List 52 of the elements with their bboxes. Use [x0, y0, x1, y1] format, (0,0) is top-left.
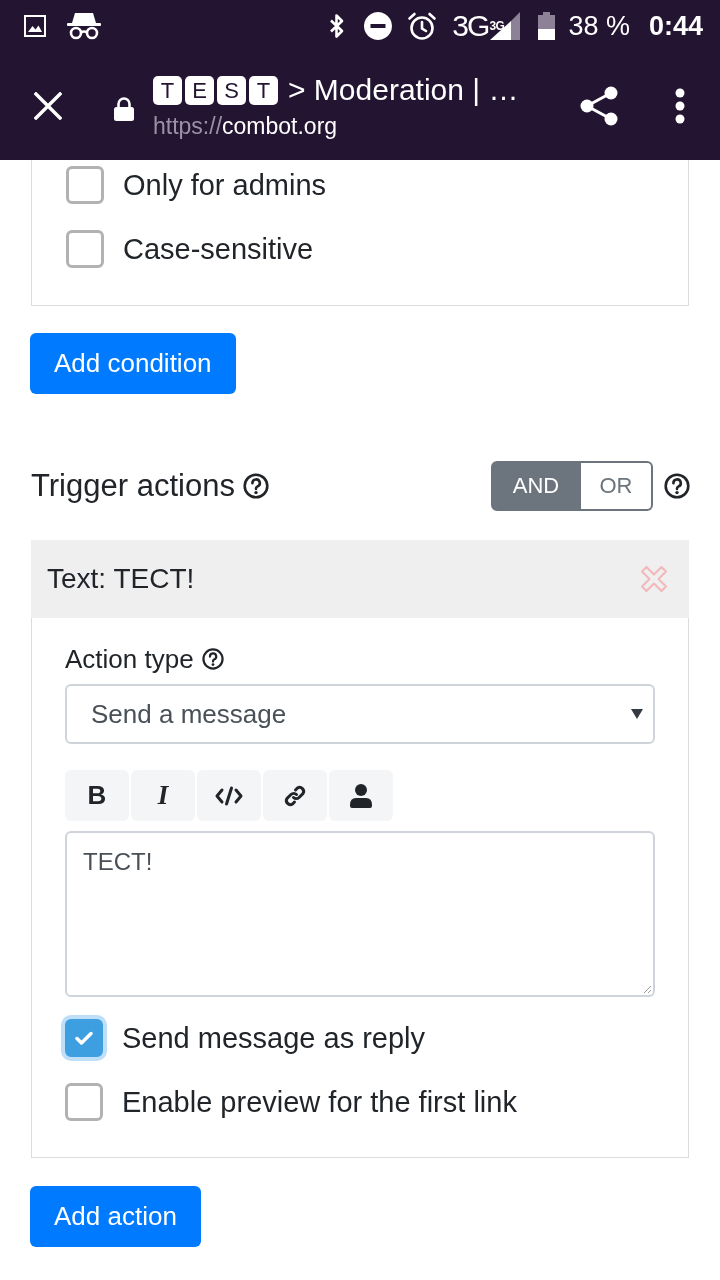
url-domain: combot.org [222, 112, 338, 140]
checkbox-label[interactable]: Send message as reply [122, 1021, 426, 1055]
caret-icon [631, 708, 643, 720]
clock-time: 0:44 [648, 10, 703, 42]
do-not-disturb-icon [364, 12, 393, 40]
title-letter-tile: T [249, 75, 278, 105]
section-title: Trigger actions [31, 468, 235, 504]
action-type-select[interactable]: Send a message [65, 684, 655, 744]
share-icon[interactable] [580, 86, 618, 126]
mode-toggle-button[interactable]: AND [491, 461, 581, 511]
field-label: Action type [65, 643, 194, 675]
code-icon [215, 785, 243, 806]
code-button[interactable] [197, 770, 261, 821]
checkmark-icon [75, 1031, 93, 1045]
mention-button[interactable] [329, 770, 393, 821]
link-button[interactable] [263, 770, 327, 821]
add-condition-button[interactable]: Add condition [30, 333, 236, 394]
italic-button[interactable]: I [131, 770, 195, 821]
alarm-clock-icon [407, 11, 438, 41]
checkbox[interactable] [66, 166, 104, 204]
network-type: 3G [452, 10, 489, 42]
action-title: Text: TECT! [47, 563, 195, 595]
url-scheme: https:// [153, 112, 223, 140]
close-icon[interactable] [34, 92, 62, 120]
title-letter-tile: E [185, 75, 214, 105]
link-icon [283, 783, 307, 808]
user-icon [350, 783, 372, 808]
title-letter-tile: T [153, 75, 182, 105]
checkbox[interactable] [61, 1015, 107, 1061]
image-icon [24, 15, 46, 37]
message-textarea[interactable]: TECT! [65, 831, 655, 997]
help-icon[interactable] [242, 473, 269, 499]
title-letter-tile: S [217, 75, 246, 105]
page-title: > Moderation | … [288, 72, 519, 108]
checkbox-label[interactable]: Case-sensitive [123, 232, 314, 266]
battery-icon [538, 12, 556, 40]
battery-percent: 38 % [568, 10, 630, 42]
checkbox[interactable] [66, 230, 104, 268]
mode-toggle-button[interactable]: OR [581, 461, 653, 511]
help-icon[interactable] [664, 473, 690, 499]
checkbox-label[interactable]: Only for admins [123, 168, 327, 202]
more-options-icon[interactable] [675, 88, 685, 124]
resize-grip-icon[interactable] [644, 986, 651, 993]
bold-button[interactable]: B [65, 770, 129, 821]
help-icon[interactable] [201, 648, 224, 670]
checkbox-label[interactable]: Enable preview for the first link [122, 1085, 517, 1119]
signal-icon [490, 12, 521, 40]
incognito-icon [66, 12, 102, 40]
network-type-small: 3G [489, 19, 505, 33]
checkbox[interactable] [65, 1083, 103, 1121]
lock-icon[interactable] [114, 97, 134, 121]
add-action-button[interactable]: Add action [30, 1186, 201, 1247]
